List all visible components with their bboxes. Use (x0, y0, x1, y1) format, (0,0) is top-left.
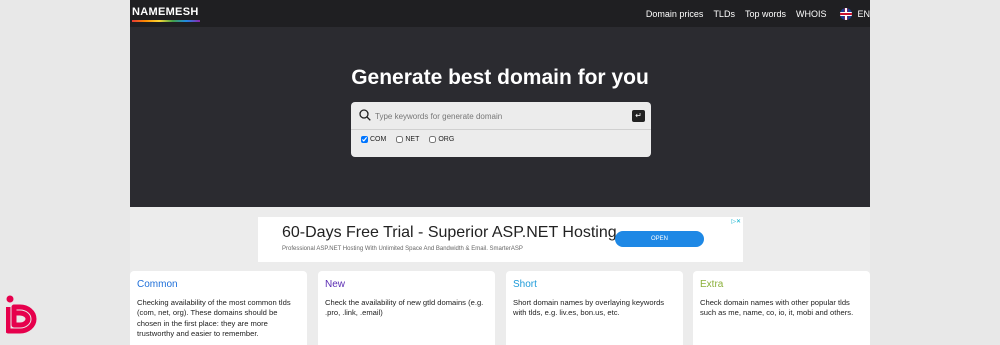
ad-open-button[interactable]: OPEN (615, 231, 704, 247)
search-icon (359, 109, 371, 121)
card-title: Extra (700, 279, 724, 290)
tld-org-checkbox[interactable] (429, 136, 437, 143)
uk-flag-icon (840, 7, 853, 20)
search-row: ↵ (351, 102, 651, 130)
card-text: Checking availability of the most common… (137, 298, 291, 338)
top-navbar: NAMEMESH Domain prices TLDs Top words WH… (130, 0, 870, 27)
content-section: 60-Days Free Trial - Superior ASP.NET Ho… (130, 207, 870, 345)
search-input[interactable] (375, 108, 625, 124)
right-margin (870, 0, 1000, 345)
card-common[interactable]: Common Checking availability of the most… (130, 271, 307, 345)
tld-net-label: NET (405, 136, 420, 143)
tld-net-option[interactable]: NET (396, 136, 419, 143)
card-text: Check the availability of new gtld domai… (325, 298, 484, 318)
card-text: Check domain names with other popular tl… (700, 298, 854, 318)
nav-tlds[interactable]: TLDs (713, 9, 735, 19)
ad-choices-icon[interactable]: ▷✕ (731, 218, 741, 225)
ad-title: 60-Days Free Trial - Superior ASP.NET Ho… (282, 224, 617, 241)
nav-whois[interactable]: WHOIS (796, 9, 827, 19)
site-logo[interactable]: NAMEMESH (132, 6, 199, 18)
nav-top-words[interactable]: Top words (745, 9, 786, 19)
ad-subtitle: Professional ASP.NET Hosting With Unlimi… (282, 246, 523, 252)
card-short[interactable]: Short Short domain names by overlaying k… (506, 271, 683, 345)
tld-org-label: ORG (438, 136, 455, 143)
card-new[interactable]: New Check the availability of new gtld d… (318, 271, 495, 345)
card-title: Short (513, 279, 537, 290)
enter-icon[interactable]: ↵ (632, 110, 645, 122)
main-nav: Domain prices TLDs Top words WHOIS EN (636, 0, 870, 27)
card-text: Short domain names by overlaying keyword… (513, 298, 665, 318)
tld-com-option[interactable]: COM (361, 136, 386, 143)
tld-com-label: COM (370, 136, 387, 143)
tld-net-checkbox[interactable] (396, 136, 404, 143)
card-title: Common (137, 279, 178, 290)
tld-com-checkbox[interactable] (361, 136, 368, 143)
left-margin (0, 0, 130, 345)
tld-checkboxes: COM NET ORG (361, 136, 464, 143)
logo-underline (132, 20, 200, 22)
search-panel: ↵ COM NET ORG (351, 102, 651, 157)
language-switcher[interactable]: EN (840, 7, 870, 20)
nav-domain-prices[interactable]: Domain prices (646, 9, 704, 19)
tld-org-option[interactable]: ORG (429, 136, 454, 143)
language-label: EN (857, 8, 870, 19)
hero-title: Generate best domain for you (351, 66, 649, 89)
card-title: New (325, 279, 346, 290)
card-extra[interactable]: Extra Check domain names with other popu… (693, 271, 870, 345)
page: NAMEMESH Domain prices TLDs Top words WH… (130, 0, 870, 345)
brand-logo-icon (6, 295, 37, 334)
ad-banner[interactable]: 60-Days Free Trial - Superior ASP.NET Ho… (258, 217, 743, 262)
